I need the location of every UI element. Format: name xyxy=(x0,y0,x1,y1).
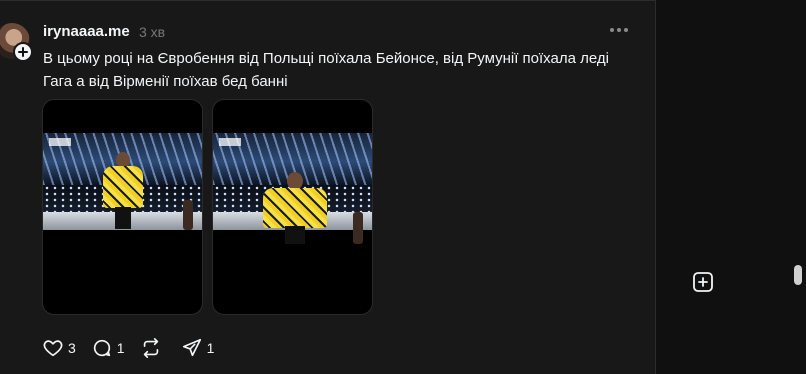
repost-icon xyxy=(143,338,158,358)
dancer-figure xyxy=(183,200,193,230)
broadcast-logo xyxy=(219,138,241,146)
avatar-container[interactable] xyxy=(0,23,33,62)
heart-icon xyxy=(43,340,63,357)
performer-figure xyxy=(101,152,147,232)
post-time: 3 хв xyxy=(139,24,166,40)
dancer-figure xyxy=(353,212,363,244)
feed-column: irynaaaa.me 3 хв В цьому році на Євробен… xyxy=(0,0,656,374)
post-username[interactable]: irynaaaa.me xyxy=(43,23,130,40)
post-text: В цьому році на Євробення від Польщі пої… xyxy=(43,50,609,90)
send-icon xyxy=(182,338,201,357)
like-button[interactable]: 3 xyxy=(42,337,76,359)
post-image-1[interactable] xyxy=(42,99,203,315)
broadcast-logo xyxy=(49,138,71,146)
new-post-icon[interactable] xyxy=(692,271,714,293)
share-count: 1 xyxy=(206,340,215,356)
scrollbar-thumb[interactable] xyxy=(794,265,802,285)
reply-button[interactable]: 1 xyxy=(91,337,125,359)
more-dots-icon[interactable] xyxy=(607,21,631,39)
repost-button[interactable] xyxy=(140,337,166,359)
post-image-2[interactable] xyxy=(212,99,373,315)
comment-icon xyxy=(93,339,110,357)
post-actions: 3 1 1 xyxy=(42,337,229,359)
performer-figure xyxy=(255,172,335,244)
like-count: 3 xyxy=(68,340,76,356)
reply-count: 1 xyxy=(116,340,125,356)
follow-plus-icon[interactable] xyxy=(13,42,33,62)
share-button[interactable]: 1 xyxy=(181,337,215,359)
